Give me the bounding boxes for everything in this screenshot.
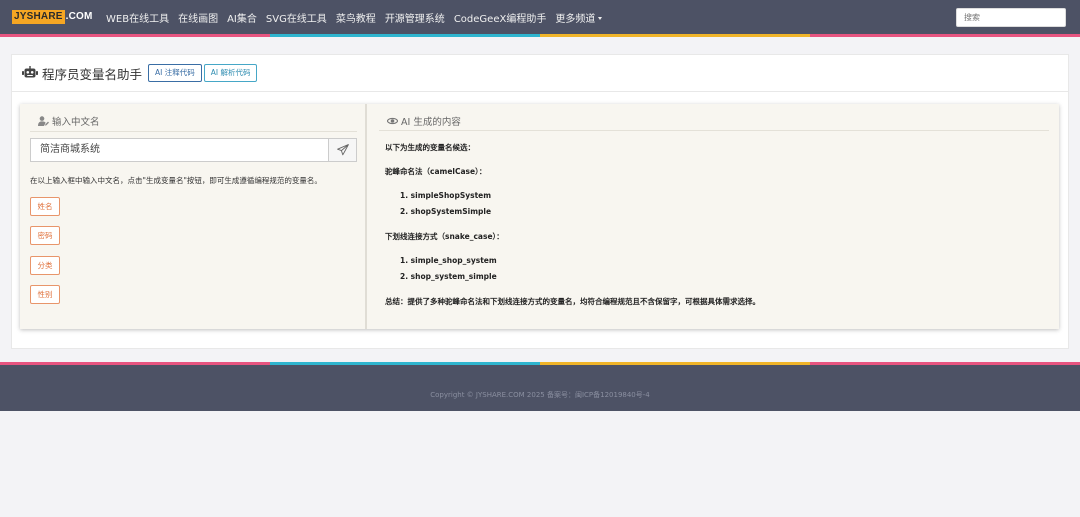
output-panel-title: AI 生成的内容	[401, 117, 461, 128]
snake-case-item: 2. shop_system_simple	[400, 272, 497, 281]
search-input[interactable]	[956, 8, 1066, 27]
nav-item-ai-collection[interactable]: AI集合	[227, 10, 257, 25]
site-logo[interactable]: JYSHARE .COM	[12, 10, 93, 24]
rainbow-bar-top	[0, 34, 1080, 37]
output-intro: 以下为生成的变量名候选：	[385, 143, 475, 152]
nav-more-label: 更多频道	[555, 13, 596, 25]
user-edit-icon	[38, 116, 49, 126]
camel-case-item: 2. shopSystemSimple	[400, 207, 492, 216]
ai-parse-code-button[interactable]: AI 解析代码	[203, 64, 258, 82]
nav-item-open-source-admin[interactable]: 开源管理系统	[385, 10, 445, 25]
eye-icon	[387, 117, 398, 125]
nav-item-online-drawing[interactable]: 在线画图	[178, 10, 218, 25]
example-tag-category[interactable]: 分类	[30, 256, 60, 275]
camel-case-heading: 驼峰命名法（camelCase）：	[385, 167, 487, 176]
camel-case-item: 1. simpleShopSystem	[400, 191, 492, 200]
input-panel-heading-rule	[30, 131, 357, 132]
snake-case-item: 1. simple_shop_system	[400, 256, 497, 265]
page-footer: Copyright © JYSHARE.COM 2025 备案号：闽ICP备12…	[0, 365, 1080, 411]
output-summary: 总结：提供了多种驼峰命名法和下划线连接方式的变量名，均符合编程规范且不含保留字，…	[385, 297, 760, 306]
main-container: 程序员变量名助手 AI 注释代码 AI 解析代码 输入中文名 简洁商城系统 在以…	[11, 54, 1069, 349]
example-tag-password[interactable]: 密码	[30, 226, 60, 245]
chinese-name-input-group: 简洁商城系统	[30, 138, 357, 162]
input-panel: 输入中文名 简洁商城系统 在以上输入框中输入中文名，点击"生成变量名"按钮，即可…	[20, 104, 367, 329]
snake-case-heading: 下划线连接方式（snake_case）：	[385, 232, 504, 241]
input-panel-heading: 输入中文名	[38, 114, 100, 128]
example-tag-gender[interactable]: 性别	[30, 285, 60, 304]
header-divider	[12, 91, 1068, 92]
paper-plane-icon	[336, 144, 349, 156]
usage-hint: 在以上输入框中输入中文名，点击"生成变量名"按钮，即可生成遵循编程规范的变量名。	[30, 176, 322, 185]
chinese-name-input[interactable]: 简洁商城系统	[30, 138, 328, 162]
nav-item-web-tools[interactable]: WEB在线工具	[106, 10, 169, 25]
tool-panels: 输入中文名 简洁商城系统 在以上输入框中输入中文名，点击"生成变量名"按钮，即可…	[20, 104, 1059, 329]
rainbow-seg	[270, 34, 540, 37]
rainbow-seg	[810, 34, 1080, 37]
page-header: 程序员变量名助手 AI 注释代码 AI 解析代码	[22, 63, 258, 83]
ai-comment-code-button[interactable]: AI 注释代码	[148, 64, 202, 82]
input-panel-title: 输入中文名	[52, 117, 100, 128]
output-panel: AI 生成的内容 以下为生成的变量名候选： 驼峰命名法（camelCase）： …	[369, 104, 1059, 329]
logo-text-suffix: .COM	[65, 11, 93, 22]
nav-item-svg-tools[interactable]: SVG在线工具	[266, 10, 327, 25]
nav-item-runoob-tutorial[interactable]: 菜鸟教程	[336, 10, 376, 25]
output-panel-heading: AI 生成的内容	[387, 114, 461, 128]
nav-item-codegeex[interactable]: CodeGeeX编程助手	[454, 10, 547, 25]
top-navbar: JYSHARE .COM WEB在线工具 在线画图 AI集合 SVG在线工具 菜鸟…	[0, 0, 1080, 34]
footer-copyright: Copyright © JYSHARE.COM 2025 备案号：闽ICP备12…	[430, 391, 650, 399]
output-panel-heading-rule	[379, 130, 1049, 131]
chevron-down-icon	[598, 16, 603, 20]
generate-button[interactable]	[328, 138, 357, 162]
page-title: 程序员变量名助手	[42, 66, 143, 82]
example-tag-name[interactable]: 姓名	[30, 197, 60, 216]
rainbow-seg	[540, 34, 810, 37]
rainbow-seg	[0, 34, 270, 37]
nav-item-more-channels[interactable]: 更多频道	[555, 10, 603, 25]
robot-icon	[22, 66, 38, 78]
logo-text-main: JYSHARE	[12, 10, 65, 24]
main-nav: WEB在线工具 在线画图 AI集合 SVG在线工具 菜鸟教程 开源管理系统 Co…	[106, 0, 611, 34]
